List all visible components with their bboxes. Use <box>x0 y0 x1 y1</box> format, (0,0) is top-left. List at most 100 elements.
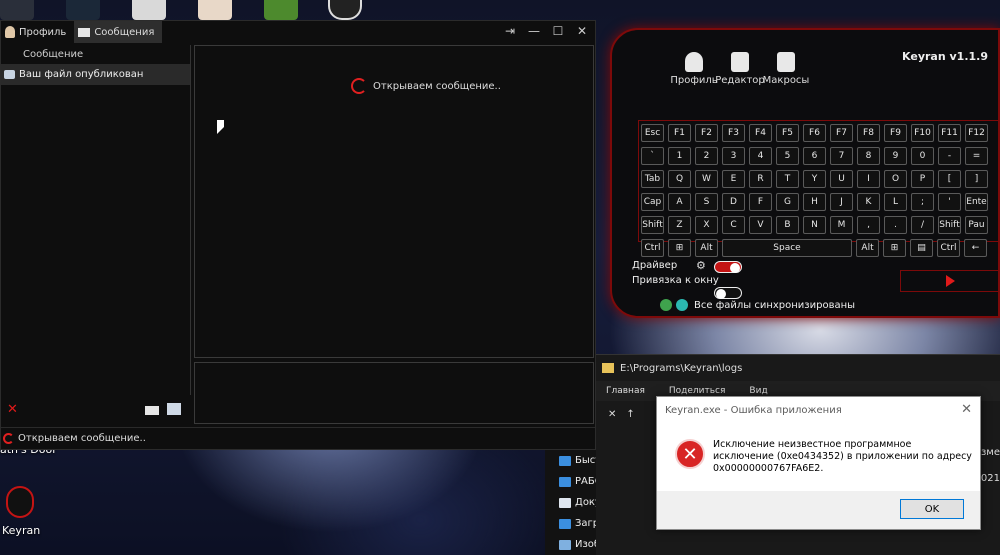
key[interactable]: ' <box>938 193 961 211</box>
obs-icon[interactable] <box>328 0 362 20</box>
key[interactable]: J <box>830 193 853 211</box>
key[interactable]: ; <box>911 193 934 211</box>
delete-icon[interactable]: ✕ <box>7 402 18 417</box>
key[interactable]: Q <box>668 170 691 188</box>
key[interactable]: K <box>857 193 880 211</box>
key[interactable]: Cap <box>641 193 664 211</box>
key[interactable]: 1 <box>668 147 691 165</box>
key[interactable]: - <box>938 147 961 165</box>
key[interactable]: F2 <box>695 124 718 142</box>
key[interactable]: F3 <box>722 124 745 142</box>
key[interactable]: E <box>722 170 745 188</box>
key[interactable]: / <box>911 216 934 234</box>
close-icon[interactable]: ✕ <box>961 402 972 417</box>
key[interactable]: Tab <box>641 170 664 188</box>
key[interactable]: F10 <box>911 124 934 142</box>
key[interactable]: B <box>776 216 799 234</box>
key[interactable]: R <box>749 170 772 188</box>
key[interactable]: V <box>749 216 772 234</box>
back-icon[interactable]: ✕ <box>608 409 616 420</box>
start-button[interactable] <box>900 270 1000 292</box>
key[interactable]: 0 <box>911 147 934 165</box>
key[interactable]: 8 <box>857 147 880 165</box>
mail-icon[interactable] <box>145 406 159 415</box>
key[interactable]: Y <box>803 170 826 188</box>
key[interactable]: C <box>722 216 745 234</box>
key[interactable]: F5 <box>776 124 799 142</box>
key[interactable]: M <box>830 216 853 234</box>
key[interactable]: = <box>965 147 988 165</box>
key[interactable]: D <box>722 193 745 211</box>
close-icon[interactable]: ✕ <box>575 24 589 38</box>
key[interactable]: . <box>884 216 907 234</box>
reply-pane[interactable] <box>194 362 594 424</box>
key[interactable]: U <box>830 170 853 188</box>
key[interactable]: ← <box>964 239 987 257</box>
key[interactable]: G <box>776 193 799 211</box>
key[interactable]: , <box>857 216 880 234</box>
key[interactable]: I <box>857 170 880 188</box>
key[interactable]: F <box>749 193 772 211</box>
key[interactable]: Alt <box>856 239 879 257</box>
pin-icon[interactable]: ⇥ <box>503 24 517 38</box>
ribbon-tab-home[interactable]: Главная <box>606 386 645 396</box>
maximize-icon[interactable]: ☐ <box>551 24 565 38</box>
key[interactable]: 6 <box>803 147 826 165</box>
ribbon-tab-view[interactable]: Вид <box>749 386 767 396</box>
keyran-desktop-icon[interactable] <box>6 486 34 518</box>
key[interactable]: ⊞ <box>668 239 691 257</box>
key[interactable]: Ctrl <box>641 239 664 257</box>
driver-toggle[interactable] <box>714 261 742 273</box>
column-header[interactable]: Сообщение <box>1 45 190 65</box>
key[interactable]: W <box>695 170 718 188</box>
key[interactable]: A <box>668 193 691 211</box>
anime-game-icon[interactable] <box>198 0 232 20</box>
ribbon-tab-share[interactable]: Поделиться <box>669 386 726 396</box>
key[interactable]: 5 <box>776 147 799 165</box>
key[interactable]: 4 <box>749 147 772 165</box>
mail-open-icon[interactable] <box>167 403 181 415</box>
key[interactable]: N <box>803 216 826 234</box>
key[interactable]: 3 <box>722 147 745 165</box>
keyran-desktop-label[interactable]: Keyran <box>2 524 40 537</box>
menu-editor[interactable]: Редактор <box>715 52 765 86</box>
menu-profile[interactable]: Профиль <box>670 52 718 86</box>
key[interactable]: F12 <box>965 124 988 142</box>
key[interactable]: 2 <box>695 147 718 165</box>
menu-macros[interactable]: Макросы <box>763 52 809 86</box>
cs-icon[interactable] <box>132 0 166 20</box>
key[interactable]: ▤ <box>910 239 933 257</box>
minecraft-icon[interactable] <box>264 0 298 20</box>
minimize-icon[interactable]: — <box>527 24 541 38</box>
key[interactable]: H <box>803 193 826 211</box>
key[interactable]: Space <box>722 239 852 257</box>
key[interactable]: ⊞ <box>883 239 906 257</box>
key[interactable]: F7 <box>830 124 853 142</box>
ok-button[interactable]: OK <box>900 499 964 519</box>
key[interactable]: Esc <box>641 124 664 142</box>
key[interactable]: O <box>884 170 907 188</box>
key[interactable]: ` <box>641 147 664 165</box>
key[interactable]: F8 <box>857 124 880 142</box>
key[interactable]: F11 <box>938 124 961 142</box>
key[interactable]: [ <box>938 170 961 188</box>
key[interactable]: T <box>776 170 799 188</box>
key[interactable]: ] <box>965 170 988 188</box>
key[interactable]: 7 <box>830 147 853 165</box>
key[interactable]: P <box>911 170 934 188</box>
key[interactable]: Shift <box>641 216 664 234</box>
key[interactable]: S <box>695 193 718 211</box>
key[interactable]: Alt <box>695 239 718 257</box>
key[interactable]: F6 <box>803 124 826 142</box>
list-item[interactable]: Ваш файл опубликован <box>1 65 190 85</box>
key[interactable]: Ente <box>965 193 988 211</box>
tab-messages[interactable]: Сообщения <box>74 21 163 43</box>
key[interactable]: F1 <box>668 124 691 142</box>
key[interactable]: Shift <box>938 216 961 234</box>
tab-profile[interactable]: Профиль <box>1 21 74 43</box>
key[interactable]: F9 <box>884 124 907 142</box>
key[interactable]: Pau <box>965 216 988 234</box>
key[interactable]: X <box>695 216 718 234</box>
up-arrow-icon[interactable]: ↑ <box>626 409 634 420</box>
desktop-app-icon[interactable] <box>0 0 34 20</box>
